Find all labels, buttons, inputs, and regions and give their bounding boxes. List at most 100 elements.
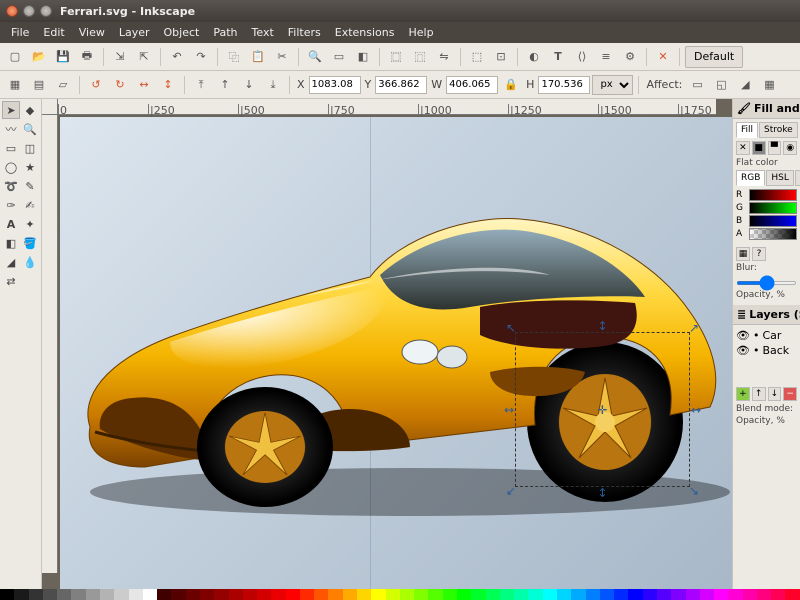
- new-icon[interactable]: ▢: [4, 46, 26, 68]
- rect-tool-icon[interactable]: ▭: [2, 139, 20, 157]
- menu-file[interactable]: File: [4, 24, 36, 41]
- swatch[interactable]: [343, 589, 357, 600]
- scale-handle-icon[interactable]: ↔: [504, 403, 514, 417]
- swatch[interactable]: [700, 589, 714, 600]
- swatch[interactable]: [314, 589, 328, 600]
- swatch[interactable]: [114, 589, 128, 600]
- menu-edit[interactable]: Edit: [36, 24, 71, 41]
- color-swatch-bar[interactable]: [0, 589, 800, 600]
- tweak-tool-icon[interactable]: 〰: [2, 120, 20, 138]
- swatch[interactable]: [686, 589, 700, 600]
- swatch[interactable]: [271, 589, 285, 600]
- pencil-tool-icon[interactable]: ✎: [21, 177, 39, 195]
- w-input[interactable]: [446, 76, 498, 94]
- selection-center-icon[interactable]: ✛: [597, 403, 607, 417]
- swatch[interactable]: [14, 589, 28, 600]
- paint-none-icon[interactable]: ✕: [736, 141, 750, 155]
- lock-icon[interactable]: 🔒: [500, 74, 522, 96]
- swatch[interactable]: [743, 589, 757, 600]
- scale-handle-icon[interactable]: ↕: [597, 319, 607, 333]
- scale-handle-icon[interactable]: ↙: [506, 484, 516, 498]
- canvas[interactable]: ↖ ↗ ↙ ↘ ↕ ↕ ↔ ↔ ✛: [60, 117, 732, 589]
- swatch[interactable]: [257, 589, 271, 600]
- save-icon[interactable]: 💾: [52, 46, 74, 68]
- swatch[interactable]: [86, 589, 100, 600]
- swatch[interactable]: [457, 589, 471, 600]
- spray-tool-icon[interactable]: ✦: [21, 215, 39, 233]
- paint-flat-icon[interactable]: ■: [752, 141, 766, 155]
- swatch[interactable]: [143, 589, 157, 600]
- swatch[interactable]: [757, 589, 771, 600]
- copy-icon[interactable]: ⿻: [223, 46, 245, 68]
- swatch[interactable]: [714, 589, 728, 600]
- swatch[interactable]: [657, 589, 671, 600]
- tab-fill[interactable]: Fill: [736, 122, 758, 138]
- paint-unknown-icon[interactable]: ?: [752, 247, 766, 261]
- align-icon[interactable]: ≡: [595, 46, 617, 68]
- layer-row[interactable]: 👁 • Car: [736, 328, 797, 343]
- lower-bottom-icon[interactable]: ⤓: [262, 74, 284, 96]
- swatch[interactable]: [328, 589, 342, 600]
- swatch[interactable]: [386, 589, 400, 600]
- swatch[interactable]: [600, 589, 614, 600]
- selector-tool-icon[interactable]: ➤: [2, 101, 20, 119]
- swatch[interactable]: [229, 589, 243, 600]
- print-icon[interactable]: 🖶: [76, 46, 98, 68]
- paint-swatch-icon[interactable]: ▦: [736, 247, 750, 261]
- snap-default-button[interactable]: Default: [685, 46, 743, 68]
- text-tool-icon[interactable]: A: [2, 215, 20, 233]
- scale-handle-icon[interactable]: ↔: [691, 403, 701, 417]
- layers-panel-title[interactable]: ≣ Layers (Shi: [733, 305, 800, 325]
- g-slider[interactable]: [749, 202, 797, 214]
- swatch[interactable]: [100, 589, 114, 600]
- swatch[interactable]: [571, 589, 585, 600]
- docprops-icon[interactable]: ✕: [652, 46, 674, 68]
- scale-handle-icon[interactable]: ↕: [597, 486, 607, 500]
- swatch[interactable]: [29, 589, 43, 600]
- 3dbox-tool-icon[interactable]: ◫: [21, 139, 39, 157]
- swatch[interactable]: [428, 589, 442, 600]
- open-icon[interactable]: 📂: [28, 46, 50, 68]
- gradient-tool-icon[interactable]: ◢: [2, 253, 20, 271]
- swatch[interactable]: [57, 589, 71, 600]
- swatch[interactable]: [443, 589, 457, 600]
- swatch[interactable]: [785, 589, 799, 600]
- group-icon[interactable]: ⬚: [466, 46, 488, 68]
- eye-icon[interactable]: 👁: [736, 329, 750, 342]
- unlink-icon[interactable]: ⇋: [433, 46, 455, 68]
- flip-h-icon[interactable]: ↔: [133, 74, 155, 96]
- swatch[interactable]: [171, 589, 185, 600]
- raise-layer-icon[interactable]: ↑: [752, 387, 766, 401]
- r-slider[interactable]: [749, 189, 797, 201]
- fill-stroke-panel-title[interactable]: 🖌 Fill and Stro: [733, 99, 800, 119]
- connector-tool-icon[interactable]: ⇄: [2, 272, 20, 290]
- swatch[interactable]: [129, 589, 143, 600]
- ruler-origin[interactable]: [42, 99, 58, 115]
- menu-help[interactable]: Help: [401, 24, 440, 41]
- zoom-tool-icon[interactable]: 🔍: [21, 120, 39, 138]
- swatch[interactable]: [500, 589, 514, 600]
- add-layer-icon[interactable]: +: [736, 387, 750, 401]
- ungroup-icon[interactable]: ⊡: [490, 46, 512, 68]
- affect-corners-icon[interactable]: ◱: [710, 74, 732, 96]
- swatch[interactable]: [471, 589, 485, 600]
- affect-stroke-icon[interactable]: ▭: [686, 74, 708, 96]
- ellipse-tool-icon[interactable]: ◯: [2, 158, 20, 176]
- swatch[interactable]: [514, 589, 528, 600]
- dropper-tool-icon[interactable]: 💧: [21, 253, 39, 271]
- affect-gradient-icon[interactable]: ◢: [734, 74, 756, 96]
- node-tool-icon[interactable]: ◆: [21, 101, 39, 119]
- swatch[interactable]: [586, 589, 600, 600]
- blur-slider[interactable]: [736, 281, 797, 285]
- rotate-ccw-icon[interactable]: ↺: [85, 74, 107, 96]
- flip-v-icon[interactable]: ↕: [157, 74, 179, 96]
- calligraphy-tool-icon[interactable]: ✍: [21, 196, 39, 214]
- lock-icon[interactable]: •: [753, 344, 760, 357]
- scale-handle-icon[interactable]: ↖: [506, 321, 516, 335]
- swatch[interactable]: [286, 589, 300, 600]
- spiral-tool-icon[interactable]: ➰: [2, 177, 20, 195]
- swatch[interactable]: [43, 589, 57, 600]
- raise-top-icon[interactable]: ⤒: [190, 74, 212, 96]
- mode-hsl[interactable]: HSL: [766, 170, 794, 186]
- mode-rgb[interactable]: RGB: [736, 170, 765, 186]
